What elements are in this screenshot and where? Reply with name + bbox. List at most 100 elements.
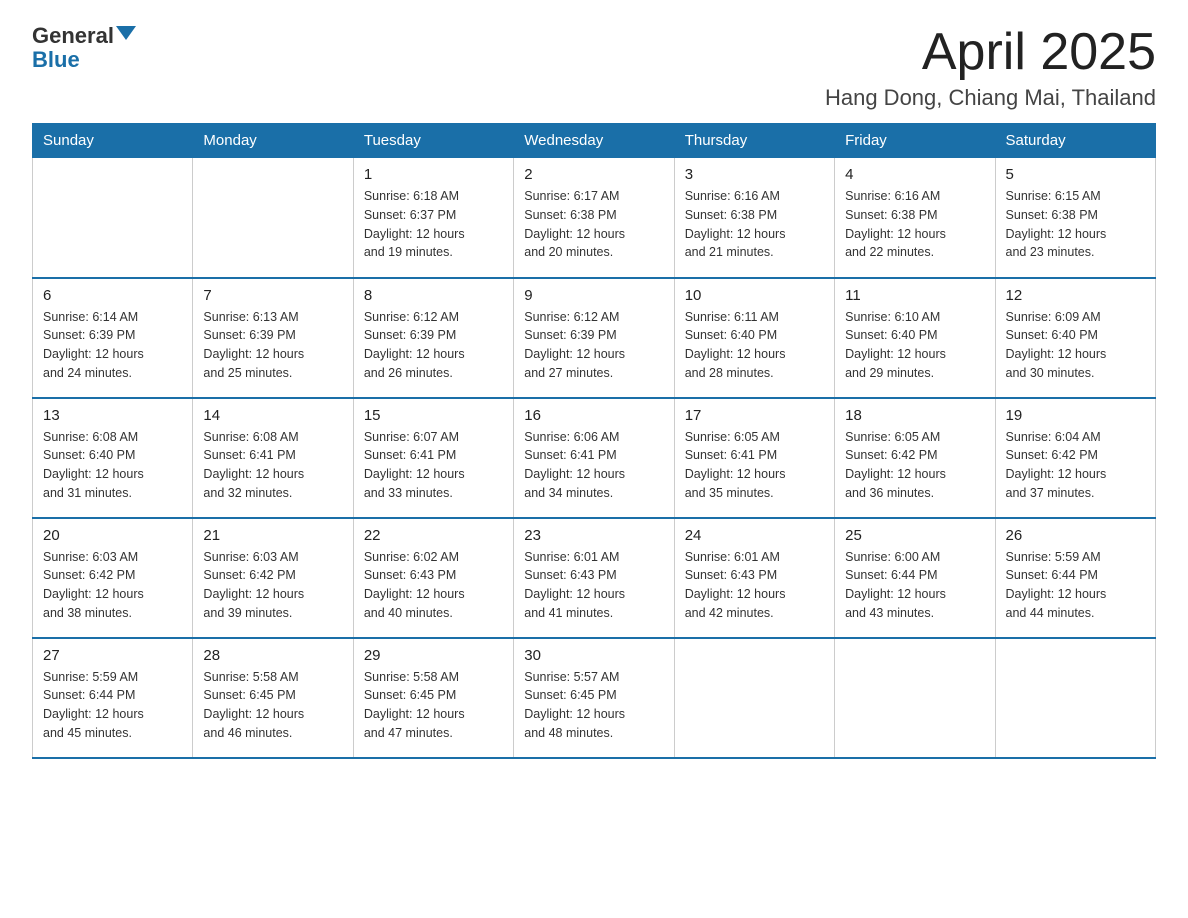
calendar-week-row: 20 Sunrise: 6:03 AMSunset: 6:42 PMDayligh… [33,518,1156,638]
day-number: 2 [524,166,663,183]
calendar-week-row: 6 Sunrise: 6:14 AMSunset: 6:39 PMDaylight… [33,278,1156,398]
calendar-cell: 16 Sunrise: 6:06 AMSunset: 6:41 PMDayligh… [514,398,674,518]
day-number: 7 [203,287,342,304]
title-block: April 2025 Hang Dong, Chiang Mai, Thaila… [825,24,1156,111]
day-number: 29 [364,647,503,664]
day-info: Sunrise: 6:09 AMSunset: 6:40 PMDaylight:… [1006,308,1145,383]
day-number: 19 [1006,407,1145,424]
day-info: Sunrise: 6:15 AMSunset: 6:38 PMDaylight:… [1006,187,1145,262]
calendar-cell: 18 Sunrise: 6:05 AMSunset: 6:42 PMDayligh… [835,398,995,518]
calendar-cell: 1 Sunrise: 6:18 AMSunset: 6:37 PMDaylight… [353,158,513,278]
header-tuesday: Tuesday [353,124,513,158]
calendar-week-row: 13 Sunrise: 6:08 AMSunset: 6:40 PMDayligh… [33,398,1156,518]
calendar-cell: 28 Sunrise: 5:58 AMSunset: 6:45 PMDayligh… [193,638,353,758]
page-header: General Blue April 2025 Hang Dong, Chian… [32,24,1156,111]
day-number: 10 [685,287,824,304]
day-info: Sunrise: 6:03 AMSunset: 6:42 PMDaylight:… [203,548,342,623]
logo-arrow-icon [116,26,136,40]
weekday-header-row: Sunday Monday Tuesday Wednesday Thursday… [33,124,1156,158]
header-monday: Monday [193,124,353,158]
calendar-cell: 30 Sunrise: 5:57 AMSunset: 6:45 PMDayligh… [514,638,674,758]
day-number: 16 [524,407,663,424]
day-info: Sunrise: 6:00 AMSunset: 6:44 PMDaylight:… [845,548,984,623]
day-info: Sunrise: 5:58 AMSunset: 6:45 PMDaylight:… [364,668,503,743]
day-number: 6 [43,287,182,304]
day-number: 27 [43,647,182,664]
day-number: 11 [845,287,984,304]
day-info: Sunrise: 6:16 AMSunset: 6:38 PMDaylight:… [685,187,824,262]
calendar-cell: 9 Sunrise: 6:12 AMSunset: 6:39 PMDaylight… [514,278,674,398]
day-info: Sunrise: 6:18 AMSunset: 6:37 PMDaylight:… [364,187,503,262]
location-title: Hang Dong, Chiang Mai, Thailand [825,85,1156,111]
calendar-week-row: 1 Sunrise: 6:18 AMSunset: 6:37 PMDaylight… [33,158,1156,278]
day-number: 8 [364,287,503,304]
calendar-cell: 21 Sunrise: 6:03 AMSunset: 6:42 PMDayligh… [193,518,353,638]
day-number: 4 [845,166,984,183]
logo-general: General [32,24,114,48]
calendar-cell: 11 Sunrise: 6:10 AMSunset: 6:40 PMDayligh… [835,278,995,398]
calendar-cell [193,158,353,278]
calendar-cell: 24Sunrise: 6:01 AMSunset: 6:43 PMDayligh… [674,518,834,638]
day-number: 21 [203,527,342,544]
day-number: 23 [524,527,663,544]
calendar-cell: 12Sunrise: 6:09 AMSunset: 6:40 PMDayligh… [995,278,1155,398]
calendar-cell: 15 Sunrise: 6:07 AMSunset: 6:41 PMDayligh… [353,398,513,518]
calendar-cell: 7 Sunrise: 6:13 AMSunset: 6:39 PMDaylight… [193,278,353,398]
day-number: 22 [364,527,503,544]
logo: General Blue [32,24,136,72]
calendar-cell: 27 Sunrise: 5:59 AMSunset: 6:44 PMDayligh… [33,638,193,758]
day-info: Sunrise: 6:06 AMSunset: 6:41 PMDaylight:… [524,428,663,503]
calendar-cell: 4 Sunrise: 6:16 AMSunset: 6:38 PMDaylight… [835,158,995,278]
day-number: 13 [43,407,182,424]
day-number: 18 [845,407,984,424]
day-info: Sunrise: 6:01 AMSunset: 6:43 PMDaylight:… [524,548,663,623]
calendar-cell: 6 Sunrise: 6:14 AMSunset: 6:39 PMDaylight… [33,278,193,398]
day-info: Sunrise: 6:16 AMSunset: 6:38 PMDaylight:… [845,187,984,262]
day-number: 1 [364,166,503,183]
header-wednesday: Wednesday [514,124,674,158]
day-info: Sunrise: 5:59 AMSunset: 6:44 PMDaylight:… [1006,548,1145,623]
day-info: Sunrise: 6:03 AMSunset: 6:42 PMDaylight:… [43,548,182,623]
day-info: Sunrise: 6:08 AMSunset: 6:41 PMDaylight:… [203,428,342,503]
calendar-cell: 2Sunrise: 6:17 AMSunset: 6:38 PMDaylight… [514,158,674,278]
header-thursday: Thursday [674,124,834,158]
day-info: Sunrise: 6:12 AMSunset: 6:39 PMDaylight:… [524,308,663,383]
calendar-cell: 23 Sunrise: 6:01 AMSunset: 6:43 PMDayligh… [514,518,674,638]
day-info: Sunrise: 5:58 AMSunset: 6:45 PMDaylight:… [203,668,342,743]
day-info: Sunrise: 6:05 AMSunset: 6:41 PMDaylight:… [685,428,824,503]
day-info: Sunrise: 5:57 AMSunset: 6:45 PMDaylight:… [524,668,663,743]
calendar-cell: 14Sunrise: 6:08 AMSunset: 6:41 PMDayligh… [193,398,353,518]
day-number: 28 [203,647,342,664]
header-sunday: Sunday [33,124,193,158]
calendar-cell: 5Sunrise: 6:15 AMSunset: 6:38 PMDaylight… [995,158,1155,278]
day-info: Sunrise: 6:14 AMSunset: 6:39 PMDaylight:… [43,308,182,383]
calendar-cell [674,638,834,758]
day-number: 15 [364,407,503,424]
calendar-cell: 10 Sunrise: 6:11 AMSunset: 6:40 PMDayligh… [674,278,834,398]
calendar-cell [33,158,193,278]
header-friday: Friday [835,124,995,158]
day-info: Sunrise: 6:13 AMSunset: 6:39 PMDaylight:… [203,308,342,383]
day-number: 20 [43,527,182,544]
day-info: Sunrise: 6:12 AMSunset: 6:39 PMDaylight:… [364,308,503,383]
day-info: Sunrise: 6:10 AMSunset: 6:40 PMDaylight:… [845,308,984,383]
day-info: Sunrise: 6:08 AMSunset: 6:40 PMDaylight:… [43,428,182,503]
calendar-cell: 3Sunrise: 6:16 AMSunset: 6:38 PMDaylight… [674,158,834,278]
calendar-week-row: 27 Sunrise: 5:59 AMSunset: 6:44 PMDayligh… [33,638,1156,758]
calendar-cell: 22 Sunrise: 6:02 AMSunset: 6:43 PMDayligh… [353,518,513,638]
day-number: 26 [1006,527,1145,544]
day-info: Sunrise: 5:59 AMSunset: 6:44 PMDaylight:… [43,668,182,743]
day-info: Sunrise: 6:07 AMSunset: 6:41 PMDaylight:… [364,428,503,503]
day-info: Sunrise: 6:01 AMSunset: 6:43 PMDaylight:… [685,548,824,623]
calendar-cell: 29 Sunrise: 5:58 AMSunset: 6:45 PMDayligh… [353,638,513,758]
day-info: Sunrise: 6:05 AMSunset: 6:42 PMDaylight:… [845,428,984,503]
header-saturday: Saturday [995,124,1155,158]
day-info: Sunrise: 6:02 AMSunset: 6:43 PMDaylight:… [364,548,503,623]
day-info: Sunrise: 6:04 AMSunset: 6:42 PMDaylight:… [1006,428,1145,503]
day-number: 30 [524,647,663,664]
month-title: April 2025 [825,24,1156,81]
day-info: Sunrise: 6:11 AMSunset: 6:40 PMDaylight:… [685,308,824,383]
calendar-cell: 26 Sunrise: 5:59 AMSunset: 6:44 PMDayligh… [995,518,1155,638]
calendar-cell: 25Sunrise: 6:00 AMSunset: 6:44 PMDayligh… [835,518,995,638]
day-number: 9 [524,287,663,304]
